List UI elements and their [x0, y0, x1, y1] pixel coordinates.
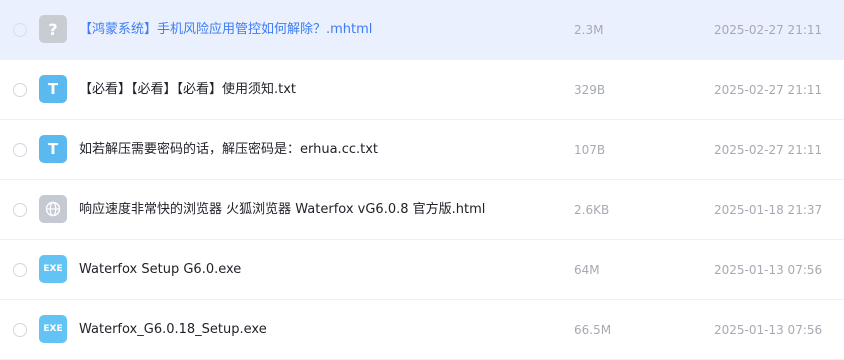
exe-file-icon: EXE: [39, 315, 67, 343]
row-checkbox[interactable]: [13, 23, 27, 37]
file-size: 64M: [574, 263, 600, 277]
file-size: 2.3M: [574, 23, 604, 37]
file-date: 2025-01-13 07:56: [714, 263, 823, 277]
row-checkbox[interactable]: [13, 143, 27, 157]
file-row[interactable]: T 如若解压需要密码的话，解压密码是：erhua.cc.txt 107B 202…: [0, 120, 844, 180]
file-size: 66.5M: [574, 323, 612, 337]
file-list: ? 【鸿蒙系统】手机风险应用管控如何解除？.mhtml 2.3M 2025-02…: [0, 0, 844, 360]
file-date: 2025-01-18 21:37: [714, 203, 823, 217]
file-name[interactable]: Waterfox_G6.0.18_Setup.exe: [79, 321, 267, 339]
file-date: 2025-02-27 21:11: [714, 143, 823, 157]
file-date: 2025-02-27 21:11: [714, 83, 823, 97]
file-name[interactable]: 如若解压需要密码的话，解压密码是：erhua.cc.txt: [79, 141, 378, 159]
exe-file-icon: EXE: [39, 255, 67, 283]
text-file-icon: T: [39, 135, 67, 163]
file-name[interactable]: 响应速度非常快的浏览器 火狐浏览器 Waterfox vG6.0.8 官方版.h…: [79, 201, 485, 219]
row-checkbox[interactable]: [13, 203, 27, 217]
text-file-icon: T: [39, 75, 67, 103]
file-name[interactable]: 【必看】【必看】【必看】使用须知.txt: [79, 81, 296, 99]
file-row[interactable]: EXE Waterfox_G6.0.18_Setup.exe 66.5M 202…: [0, 300, 844, 360]
row-checkbox[interactable]: [13, 323, 27, 337]
file-row[interactable]: EXE Waterfox Setup G6.0.exe 64M 2025-01-…: [0, 240, 844, 300]
file-date: 2025-02-27 21:11: [714, 23, 823, 37]
file-size: 2.6KB: [574, 203, 610, 217]
file-size: 107B: [574, 143, 606, 157]
file-row[interactable]: T 【必看】【必看】【必看】使用须知.txt 329B 2025-02-27 2…: [0, 60, 844, 120]
globe-icon: [39, 195, 67, 223]
unknown-file-icon: ?: [39, 15, 67, 43]
file-date: 2025-01-13 07:56: [714, 323, 823, 337]
file-row[interactable]: 响应速度非常快的浏览器 火狐浏览器 Waterfox vG6.0.8 官方版.h…: [0, 180, 844, 240]
file-size: 329B: [574, 83, 606, 97]
file-row[interactable]: ? 【鸿蒙系统】手机风险应用管控如何解除？.mhtml 2.3M 2025-02…: [0, 0, 844, 60]
file-name[interactable]: 【鸿蒙系统】手机风险应用管控如何解除？.mhtml: [79, 21, 372, 39]
row-checkbox[interactable]: [13, 263, 27, 277]
row-checkbox[interactable]: [13, 83, 27, 97]
file-name[interactable]: Waterfox Setup G6.0.exe: [79, 261, 241, 279]
